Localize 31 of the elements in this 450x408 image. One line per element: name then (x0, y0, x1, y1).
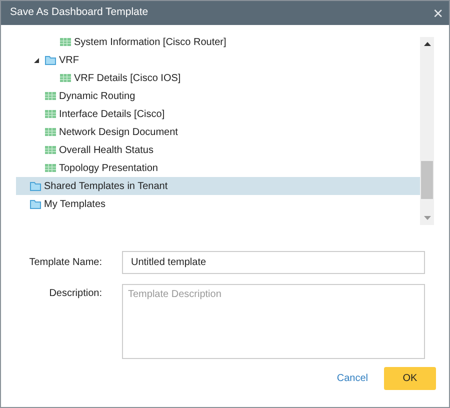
grid-icon (60, 37, 71, 47)
tree-item[interactable]: VRF Details [Cisco IOS] (16, 69, 420, 87)
tree-item[interactable]: Overall Health Status (16, 141, 420, 159)
tree-item[interactable]: Interface Details [Cisco] (16, 105, 420, 123)
tree-item[interactable]: VRF (16, 51, 420, 69)
folder-icon (30, 199, 41, 209)
folder-icon (45, 55, 56, 65)
scrollbar[interactable] (420, 37, 434, 225)
grid-icon (45, 163, 56, 173)
tree-item[interactable]: System Information [Cisco Router] (16, 33, 420, 51)
tree-item[interactable]: Topology Presentation (16, 159, 420, 177)
tree-item[interactable]: Shared Templates in Tenant (16, 177, 420, 195)
close-button[interactable]: × (433, 4, 443, 22)
description-field[interactable]: Template Description (122, 284, 425, 359)
tree-item[interactable]: Network Design Document (16, 123, 420, 141)
grid-icon (45, 109, 56, 119)
ok-button[interactable]: OK (384, 367, 436, 390)
window-title: Save As Dashboard Template (10, 5, 148, 20)
expanded-icon[interactable] (34, 58, 38, 62)
tree-item[interactable]: Dynamic Routing (16, 87, 420, 105)
grid-icon (45, 127, 56, 137)
folder-icon (30, 181, 41, 191)
grid-icon (45, 145, 56, 155)
grid-icon (60, 73, 71, 83)
scrollbar-thumb[interactable] (421, 161, 433, 199)
field-label: Template Name: (28, 256, 103, 270)
tree-item[interactable]: My Templates (16, 195, 420, 213)
cancel-link[interactable]: Cancel (330, 371, 374, 386)
grid-icon (45, 91, 56, 101)
field-label: Description: (48, 287, 103, 301)
template-name-field[interactable]: Untitled template (122, 251, 425, 274)
